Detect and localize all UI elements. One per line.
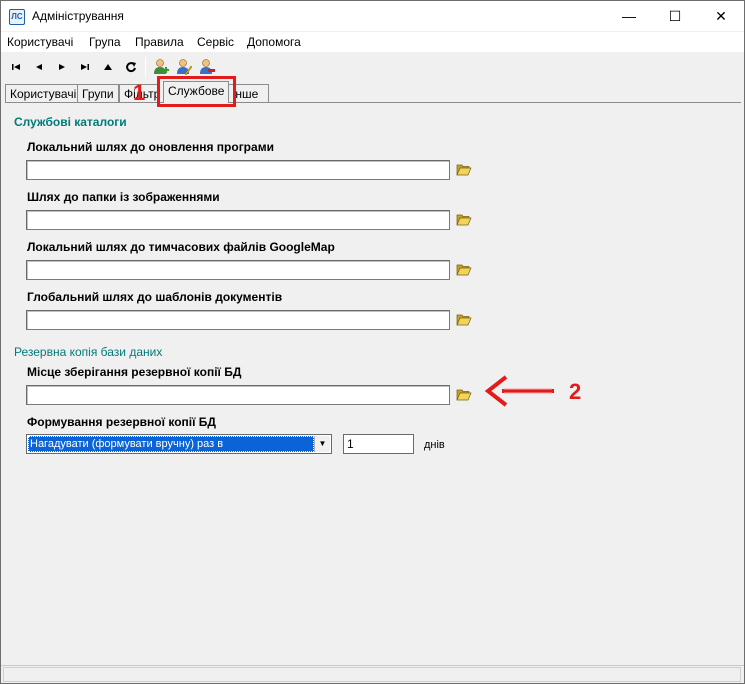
backup-mode-selected-value: Нагадувати (формувати вручну) раз в bbox=[28, 436, 314, 452]
backup-location-browse-button[interactable] bbox=[456, 388, 472, 402]
chevron-down-icon[interactable]: ▼ bbox=[314, 436, 330, 452]
googlemap-path-input[interactable] bbox=[26, 260, 450, 280]
images-path-label: Шлях до папки із зображеннями bbox=[27, 190, 220, 204]
menu-group[interactable]: Група bbox=[89, 35, 121, 49]
toolbar-separator bbox=[145, 57, 146, 77]
update-path-label: Локальний шлях до оновлення програми bbox=[27, 140, 274, 154]
status-bar bbox=[1, 665, 744, 683]
add-user-icon bbox=[154, 59, 169, 74]
backup-mode-select[interactable]: Нагадувати (формувати вручну) раз в ▼ bbox=[26, 434, 332, 454]
minimize-button[interactable]: — bbox=[606, 1, 652, 31]
folder-open-icon bbox=[456, 214, 472, 226]
prev-record-button[interactable] bbox=[30, 57, 48, 77]
templates-path-browse-button[interactable] bbox=[456, 313, 472, 327]
tab-groups[interactable]: Групи bbox=[77, 84, 119, 103]
delete-user-icon bbox=[200, 59, 215, 74]
red-arrow-icon bbox=[484, 375, 554, 407]
menu-help[interactable]: Допомога bbox=[247, 35, 301, 49]
templates-path-label: Глобальний шлях до шаблонів документів bbox=[27, 290, 283, 304]
images-path-input[interactable] bbox=[26, 210, 450, 230]
folder-open-icon bbox=[456, 389, 472, 401]
refresh-icon bbox=[126, 62, 136, 73]
status-cell bbox=[3, 667, 741, 682]
first-record-button[interactable] bbox=[7, 57, 25, 77]
admin-window: ЛС Адміністрування — ☐ ✕ Користувачі Гру… bbox=[0, 0, 745, 684]
update-path-browse-button[interactable] bbox=[456, 163, 472, 177]
title-bar: ЛС Адміністрування — ☐ ✕ bbox=[1, 1, 744, 31]
up-icon bbox=[104, 64, 112, 70]
folder-open-icon bbox=[456, 264, 472, 276]
images-path-browse-button[interactable] bbox=[456, 213, 472, 227]
tab-strip: Користувачі Групи Фільтр Службове Інше bbox=[5, 81, 741, 103]
section-title-backup: Резервна копія бази даних bbox=[14, 345, 163, 359]
folder-open-icon bbox=[456, 314, 472, 326]
up-button[interactable] bbox=[99, 57, 117, 77]
refresh-button[interactable] bbox=[122, 57, 140, 77]
window-title: Адміністрування bbox=[32, 9, 124, 23]
menu-users[interactable]: Користувачі bbox=[7, 35, 73, 49]
section-title-catalogs: Службові каталоги bbox=[14, 115, 127, 129]
next-record-button[interactable] bbox=[53, 57, 71, 77]
annotation-marker-1: 1 bbox=[133, 80, 146, 105]
backup-mode-label: Формування резервної копії БД bbox=[27, 415, 216, 429]
last-record-button[interactable] bbox=[76, 57, 94, 77]
annotation-marker-2: 2 bbox=[569, 379, 582, 404]
menu-rules[interactable]: Правила bbox=[135, 35, 184, 49]
delete-user-button[interactable] bbox=[199, 58, 215, 76]
folder-open-icon bbox=[456, 164, 472, 176]
close-button[interactable]: ✕ bbox=[698, 1, 744, 31]
menu-bar: Користувачі Група Правила Сервіс Допомог… bbox=[1, 32, 744, 52]
backup-interval-unit: днів bbox=[424, 439, 445, 451]
templates-path-input[interactable] bbox=[26, 310, 450, 330]
last-record-icon bbox=[81, 64, 89, 70]
next-record-icon bbox=[59, 64, 65, 70]
tab-service[interactable]: Службове bbox=[163, 81, 230, 103]
maximize-button[interactable]: ☐ bbox=[652, 1, 698, 31]
app-icon: ЛС bbox=[9, 9, 25, 25]
prev-record-icon bbox=[36, 64, 42, 70]
update-path-input[interactable] bbox=[26, 160, 450, 180]
add-user-button[interactable] bbox=[153, 58, 169, 76]
toolbar bbox=[1, 55, 744, 79]
backup-location-input[interactable] bbox=[26, 385, 450, 405]
service-tab-panel bbox=[5, 102, 741, 662]
edit-user-icon bbox=[177, 59, 193, 76]
edit-user-button[interactable] bbox=[176, 58, 193, 76]
googlemap-path-label: Локальний шлях до тимчасових файлів Goog… bbox=[27, 240, 335, 254]
tab-users[interactable]: Користувачі bbox=[5, 84, 82, 103]
first-record-icon bbox=[12, 64, 20, 70]
backup-interval-input[interactable] bbox=[343, 434, 414, 454]
googlemap-path-browse-button[interactable] bbox=[456, 263, 472, 277]
backup-location-label: Місце зберігання резервної копії БД bbox=[27, 365, 242, 379]
menu-service[interactable]: Сервіс bbox=[197, 35, 234, 49]
